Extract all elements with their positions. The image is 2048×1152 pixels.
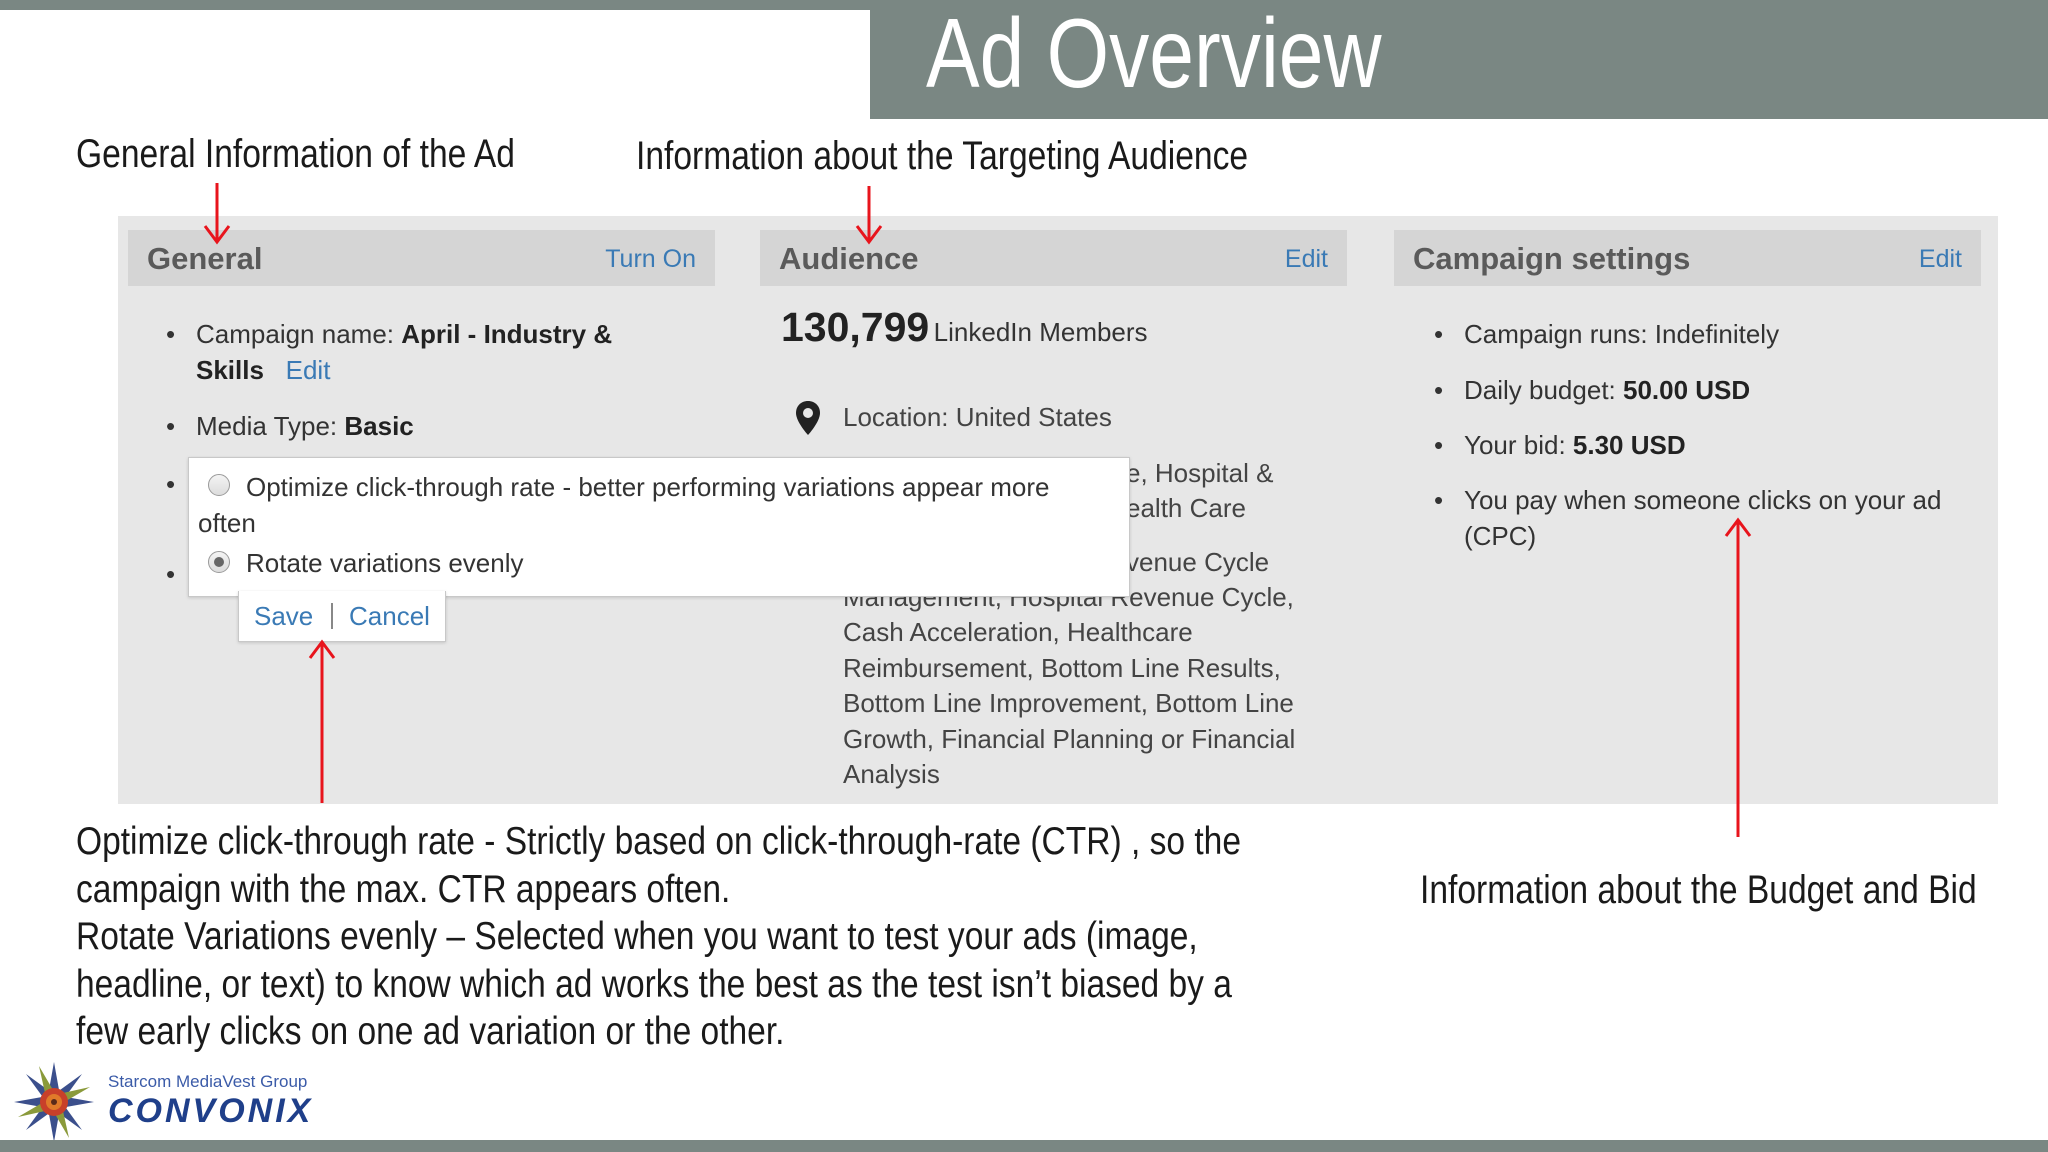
- starburst-logo-icon: [14, 1062, 94, 1142]
- arrow-rotation: [308, 639, 336, 803]
- note-line: Rotate Variations evenly – Selected when…: [76, 915, 1198, 958]
- convonix-logo: Starcom MediaVest Group CONVONIX: [12, 1060, 342, 1142]
- arrow-audience: [855, 186, 883, 245]
- arrow-budget: [1724, 517, 1752, 837]
- caption-budget: Information about the Budget and Bid: [1420, 868, 1977, 912]
- bottom-banner-strip: [0, 1140, 2048, 1152]
- rotation-explanation: Optimize click-through rate - Strictly b…: [76, 818, 1323, 1056]
- note-line: headline, or text) to know which ad work…: [76, 962, 1232, 1006]
- note-line: campaign with the max. CTR appears often…: [76, 867, 731, 911]
- arrow-general: [203, 183, 231, 245]
- note-line: few early clicks on one ad variation or …: [76, 1010, 785, 1053]
- note-line: Optimize click-through rate - Strictly b…: [76, 820, 1241, 863]
- logo-wordmark: CONVONIX: [108, 1092, 314, 1130]
- logo-tagline: Starcom MediaVest Group: [108, 1072, 308, 1091]
